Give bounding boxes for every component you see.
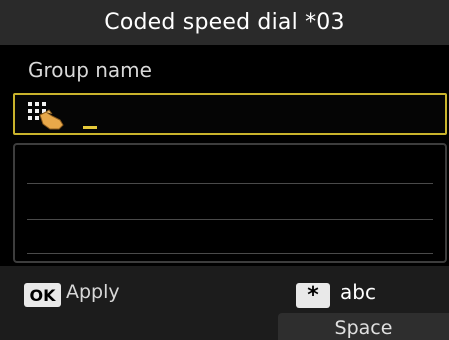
divider [27, 253, 433, 254]
input-mode-label: abc [340, 280, 376, 304]
title-bar: Coded speed dial *03 [0, 0, 449, 45]
text-cursor [83, 126, 97, 129]
star-key-icon[interactable]: * [296, 283, 330, 308]
space-label: Space [334, 317, 393, 339]
keypad-hand-icon [28, 102, 64, 130]
ok-key-icon[interactable]: OK [24, 283, 61, 307]
group-name-input[interactable] [13, 93, 447, 135]
apply-label: Apply [66, 281, 120, 303]
fax-entry-screen: Coded speed dial *03 Group name OK Apply… [0, 0, 449, 340]
page-title: Coded speed dial *03 [104, 10, 345, 35]
divider [27, 219, 433, 220]
group-name-label: Group name [28, 58, 152, 82]
text-preview-area [13, 143, 447, 263]
space-button[interactable]: Space [278, 313, 449, 340]
divider [27, 183, 433, 184]
